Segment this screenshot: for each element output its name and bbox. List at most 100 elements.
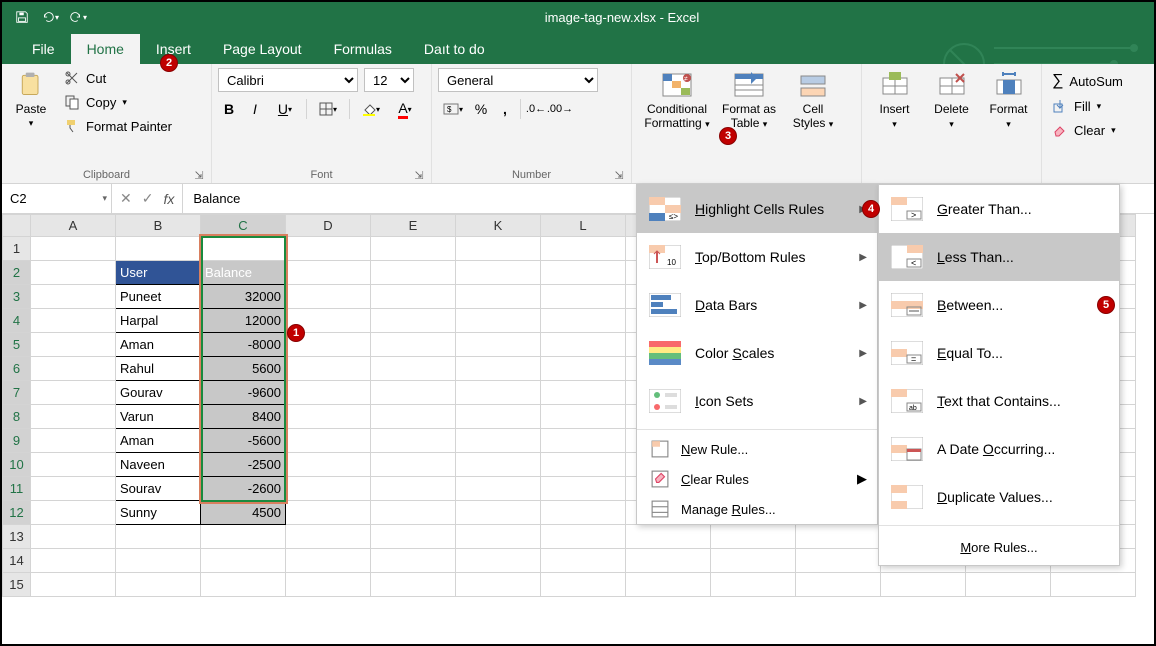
cell[interactable] xyxy=(371,309,456,333)
undo-icon[interactable]: ▾ xyxy=(38,5,62,29)
menu-manage-rules[interactable]: Manage Rules... xyxy=(637,494,877,524)
fill-color-button[interactable]: ▾ xyxy=(356,98,386,120)
cell[interactable] xyxy=(711,525,796,549)
tab-file[interactable]: File xyxy=(16,34,71,64)
row-header[interactable]: 12 xyxy=(3,501,31,525)
format-cells-button[interactable]: Format▾ xyxy=(982,68,1035,133)
column-header[interactable]: A xyxy=(31,215,116,237)
menu-top-bottom-rules[interactable]: 10 Top/Bottom Rules▶ xyxy=(637,233,877,281)
decrease-decimal-button[interactable]: .00→ xyxy=(549,98,571,120)
select-all-cell[interactable] xyxy=(3,215,31,237)
cell[interactable]: 8400 xyxy=(201,405,286,429)
cell[interactable]: Puneet xyxy=(116,285,201,309)
cell[interactable] xyxy=(286,477,371,501)
column-header[interactable]: L xyxy=(541,215,626,237)
increase-decimal-button[interactable]: .0← xyxy=(525,98,547,120)
cell[interactable]: 12000 xyxy=(201,309,286,333)
autosum-button[interactable]: ∑AutoSum xyxy=(1048,70,1146,92)
row-header[interactable]: 15 xyxy=(3,573,31,597)
row-header[interactable]: 11 xyxy=(3,477,31,501)
menu-clear-rules[interactable]: Clear Rules▶ xyxy=(637,464,877,494)
menu-color-scales[interactable]: Color Scales▶ xyxy=(637,329,877,377)
cell[interactable] xyxy=(31,381,116,405)
cell[interactable] xyxy=(1051,573,1136,597)
cell[interactable] xyxy=(371,549,456,573)
row-header[interactable]: 5 xyxy=(3,333,31,357)
row-header[interactable]: 14 xyxy=(3,549,31,573)
menu-new-rule[interactable]: New Rule... xyxy=(637,434,877,464)
font-color-button[interactable]: A▾ xyxy=(390,98,420,120)
cell[interactable] xyxy=(371,429,456,453)
menu-highlight-cells-rules[interactable]: ≤> Highlight Cells Rules▶ xyxy=(637,185,877,233)
cell[interactable] xyxy=(456,357,541,381)
cell[interactable] xyxy=(286,261,371,285)
cell[interactable] xyxy=(541,261,626,285)
redo-icon[interactable]: ▾ xyxy=(66,5,90,29)
cell[interactable] xyxy=(371,573,456,597)
menu-date-occurring[interactable]: A Date Occurring... xyxy=(879,425,1119,473)
format-painter-button[interactable]: Format Painter xyxy=(60,116,176,136)
format-as-table-button[interactable]: Format asTable ▾ xyxy=(718,68,780,133)
row-header[interactable]: 4 xyxy=(3,309,31,333)
cell[interactable] xyxy=(201,237,286,261)
menu-text-contains[interactable]: ab Text that Contains... xyxy=(879,377,1119,425)
cell[interactable] xyxy=(456,525,541,549)
cell[interactable] xyxy=(966,573,1051,597)
row-header[interactable]: 10 xyxy=(3,453,31,477)
cell[interactable] xyxy=(286,573,371,597)
cell[interactable]: -8000 xyxy=(201,333,286,357)
cell[interactable]: Gourav xyxy=(116,381,201,405)
underline-button[interactable]: U ▾ xyxy=(270,98,300,120)
cell[interactable] xyxy=(286,453,371,477)
cell[interactable] xyxy=(371,237,456,261)
cell[interactable] xyxy=(541,573,626,597)
tab-home[interactable]: Home xyxy=(71,34,140,64)
row-header[interactable]: 3 xyxy=(3,285,31,309)
cell[interactable] xyxy=(626,549,711,573)
save-icon[interactable] xyxy=(10,5,34,29)
cell[interactable] xyxy=(31,573,116,597)
menu-more-rules[interactable]: More Rules... xyxy=(879,530,1119,565)
row-header[interactable]: 6 xyxy=(3,357,31,381)
cell[interactable] xyxy=(116,573,201,597)
cell[interactable]: 4500 xyxy=(201,501,286,525)
cell[interactable] xyxy=(371,453,456,477)
cell[interactable] xyxy=(371,261,456,285)
cell[interactable] xyxy=(711,549,796,573)
font-name-select[interactable]: Calibri xyxy=(218,68,358,92)
column-header[interactable]: D xyxy=(286,215,371,237)
clear-button[interactable]: Clear ▾ xyxy=(1048,120,1146,140)
cell[interactable]: Sunny xyxy=(116,501,201,525)
menu-between[interactable]: Between... xyxy=(879,281,1119,329)
font-size-select[interactable]: 12 xyxy=(364,68,414,92)
italic-button[interactable]: I xyxy=(244,98,266,120)
delete-cells-button[interactable]: Delete▾ xyxy=(925,68,978,133)
cell[interactable] xyxy=(371,357,456,381)
cell[interactable] xyxy=(31,549,116,573)
menu-data-bars[interactable]: Data Bars▶ xyxy=(637,281,877,329)
insert-cells-button[interactable]: Insert▾ xyxy=(868,68,921,133)
cell[interactable] xyxy=(286,357,371,381)
cell[interactable] xyxy=(371,405,456,429)
cell[interactable] xyxy=(31,237,116,261)
cancel-formula-icon[interactable]: ✕ xyxy=(120,190,132,207)
cell[interactable] xyxy=(31,309,116,333)
cell[interactable] xyxy=(286,549,371,573)
cell[interactable] xyxy=(796,525,881,549)
cell[interactable] xyxy=(31,525,116,549)
cell[interactable]: Rahul xyxy=(116,357,201,381)
cell[interactable] xyxy=(286,381,371,405)
cell[interactable] xyxy=(201,549,286,573)
cell[interactable] xyxy=(31,501,116,525)
cell[interactable]: Aman xyxy=(116,333,201,357)
cell[interactable] xyxy=(541,501,626,525)
font-launcher-icon[interactable]: ⇲ xyxy=(413,169,425,181)
copy-button[interactable]: Copy ▾ xyxy=(60,92,176,112)
cell[interactable]: 5600 xyxy=(201,357,286,381)
cell[interactable] xyxy=(541,237,626,261)
column-header[interactable]: K xyxy=(456,215,541,237)
tab-formulas[interactable]: Formulas xyxy=(318,34,408,64)
cell[interactable] xyxy=(796,549,881,573)
cell[interactable]: Balance xyxy=(201,261,286,285)
row-header[interactable]: 2 xyxy=(3,261,31,285)
